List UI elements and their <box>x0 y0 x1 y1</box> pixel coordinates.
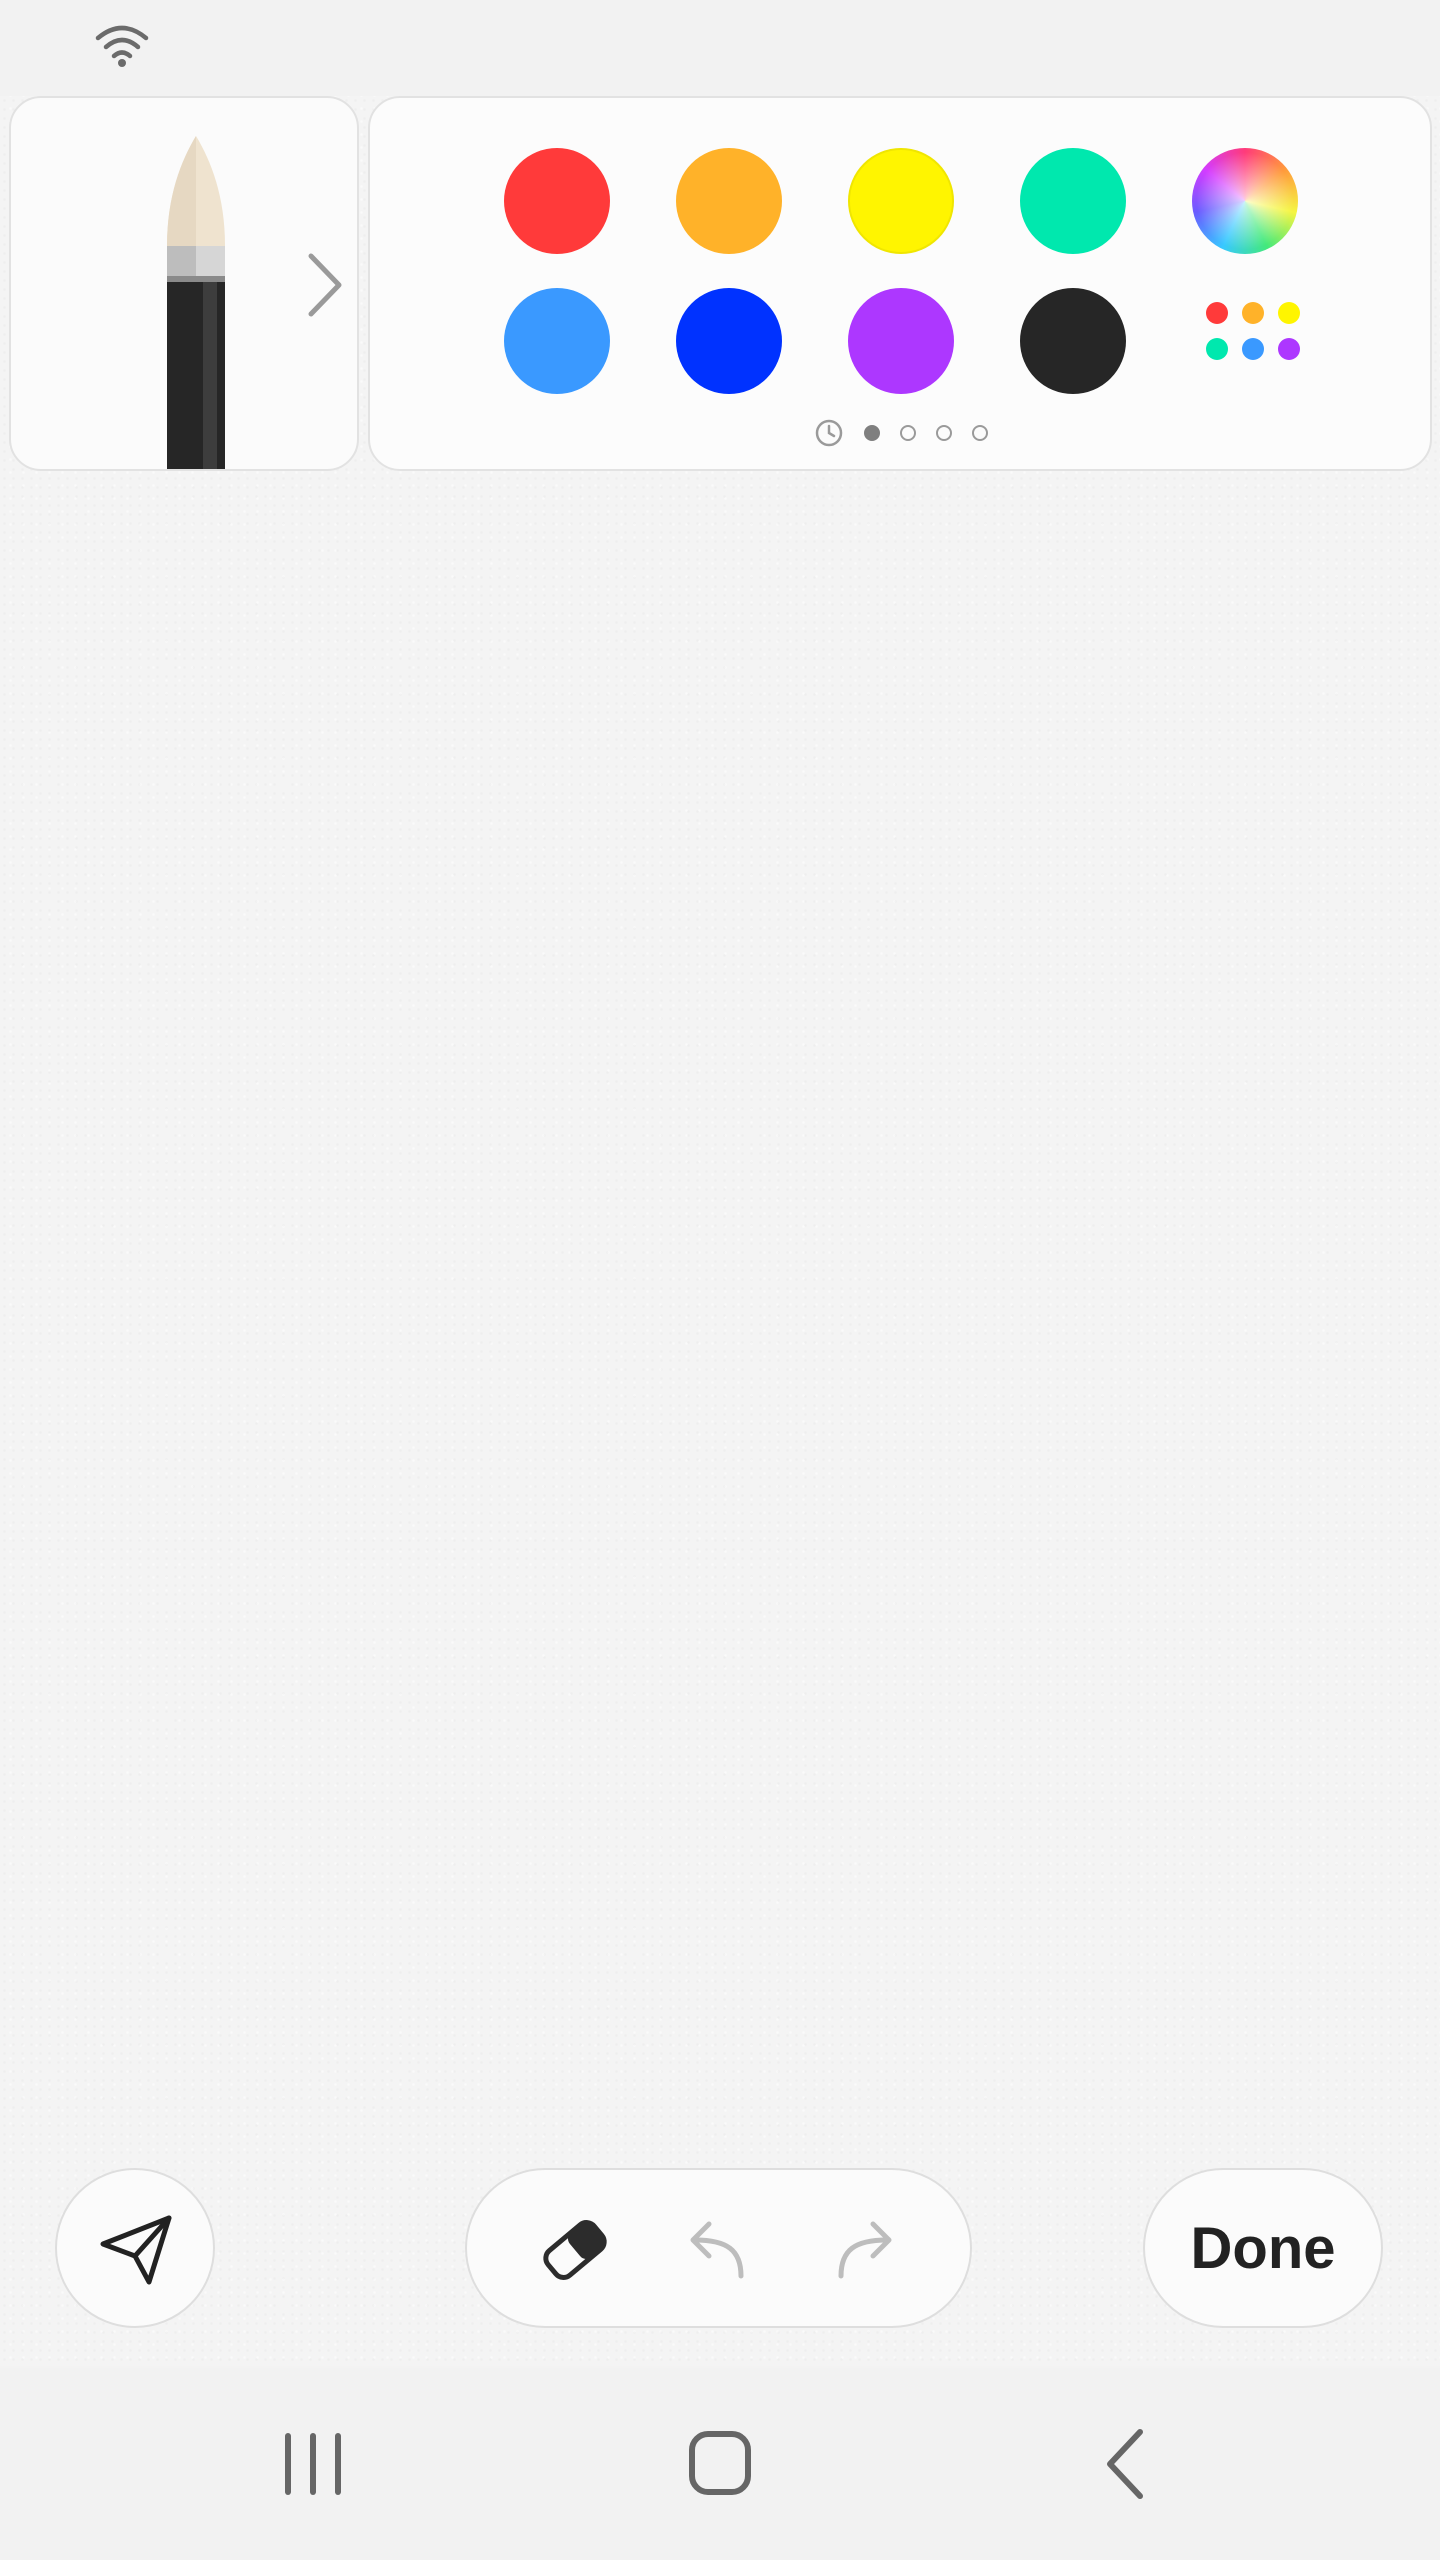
more-colors-button[interactable] <box>1192 288 1300 394</box>
chevron-right-icon[interactable] <box>303 250 347 320</box>
navigation-bar <box>0 2368 1440 2560</box>
status-bar <box>0 0 1440 96</box>
color-swatch-green[interactable] <box>1020 148 1126 254</box>
undo-button[interactable] <box>675 2206 763 2294</box>
color-palette <box>368 96 1432 471</box>
page-dot-3[interactable] <box>936 425 952 441</box>
more-colors-dot <box>1206 302 1228 324</box>
redo-icon <box>838 2221 892 2279</box>
brush-icon <box>167 136 225 469</box>
color-swatch-light-blue[interactable] <box>504 288 610 394</box>
home-icon <box>689 2431 751 2495</box>
send-icon <box>100 2215 172 2285</box>
edit-tools <box>465 2168 972 2328</box>
more-colors-dot <box>1242 302 1264 324</box>
done-button[interactable]: Done <box>1143 2168 1383 2328</box>
history-icon[interactable] <box>814 418 844 448</box>
color-spectrum-icon[interactable] <box>1192 148 1298 254</box>
color-swatch-blue[interactable] <box>676 288 782 394</box>
more-colors-dot <box>1278 338 1300 360</box>
send-button[interactable] <box>55 2168 215 2328</box>
more-colors-dot <box>1278 302 1300 324</box>
redo-button[interactable] <box>819 2206 907 2294</box>
page-dot-4[interactable] <box>972 425 988 441</box>
color-swatch-orange[interactable] <box>676 148 782 254</box>
color-swatch-red[interactable] <box>504 148 610 254</box>
page-dot-1[interactable] <box>864 425 880 441</box>
more-colors-dot <box>1206 338 1228 360</box>
palette-page-indicator <box>814 416 994 450</box>
undo-icon <box>690 2221 744 2279</box>
color-swatch-purple[interactable] <box>848 288 954 394</box>
eraser-icon <box>543 2220 607 2280</box>
back-button[interactable] <box>1082 2424 1172 2504</box>
color-swatch-black[interactable] <box>1020 288 1126 394</box>
pen-selector[interactable] <box>9 96 359 471</box>
home-button[interactable] <box>675 2424 765 2504</box>
wifi-icon <box>95 25 149 67</box>
recent-apps-icon <box>285 2433 341 2495</box>
eraser-button[interactable] <box>531 2206 619 2294</box>
color-swatch-yellow[interactable] <box>848 148 954 254</box>
back-icon <box>1107 2429 1143 2499</box>
more-colors-dot <box>1242 338 1264 360</box>
recent-apps-button[interactable] <box>268 2424 358 2504</box>
page-dot-2[interactable] <box>900 425 916 441</box>
